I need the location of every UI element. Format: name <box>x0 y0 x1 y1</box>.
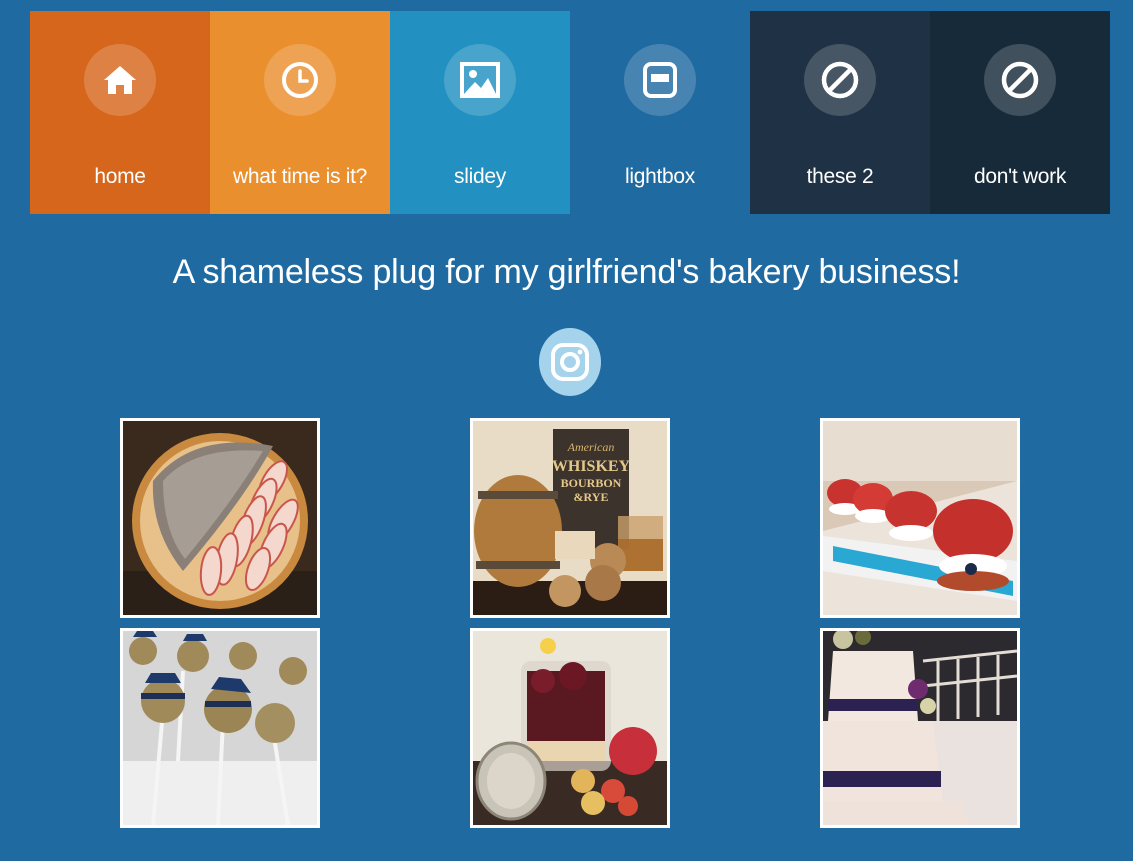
blocked-icon <box>984 44 1056 116</box>
nav-tile-lightbox[interactable]: lightbox <box>570 11 750 214</box>
window-icon <box>624 44 696 116</box>
book-text-3: BOURBON <box>561 476 622 490</box>
book-text-4: &RYE <box>574 490 609 504</box>
nav-label-slidey: slidey <box>454 165 506 188</box>
gallery-photo-1[interactable] <box>120 418 320 618</box>
gallery-photo-5[interactable] <box>470 628 670 828</box>
nav-label-dont-work: don't work <box>973 165 1067 188</box>
nav-label-these-2: these 2 <box>806 165 874 188</box>
nav-tile-home[interactable]: home <box>30 11 210 214</box>
gallery-photo-3[interactable] <box>820 418 1020 618</box>
nav-label-lightbox: lightbox <box>625 165 695 188</box>
home-icon <box>84 44 156 116</box>
nav-tile-these-2[interactable]: these 2 <box>750 11 930 214</box>
clock-icon <box>264 44 336 116</box>
image-icon <box>444 44 516 116</box>
book-text-1: American <box>567 440 615 454</box>
nav-tile-time[interactable]: what time is it? <box>210 11 390 214</box>
book-text-2: WHISKEY <box>552 458 631 475</box>
blocked-icon <box>804 44 876 116</box>
nav-label-time: what time is it? <box>232 165 368 188</box>
instagram-button[interactable] <box>539 328 601 396</box>
main-nav: home what time is it? slidey lightbox th… <box>30 11 1110 214</box>
nav-tile-slidey[interactable]: slidey <box>390 11 570 214</box>
instagram-icon <box>551 343 589 381</box>
page-headline: A shameless plug for my girlfriend's bak… <box>172 253 961 291</box>
gallery-photo-2[interactable]: American WHISKEY BOURBON &RYE <box>470 418 670 618</box>
nav-tile-dont-work[interactable]: don't work <box>930 11 1110 214</box>
nav-label-home: home <box>94 165 146 188</box>
gallery-photo-4[interactable] <box>120 628 320 828</box>
gallery-photo-6[interactable] <box>820 628 1020 828</box>
